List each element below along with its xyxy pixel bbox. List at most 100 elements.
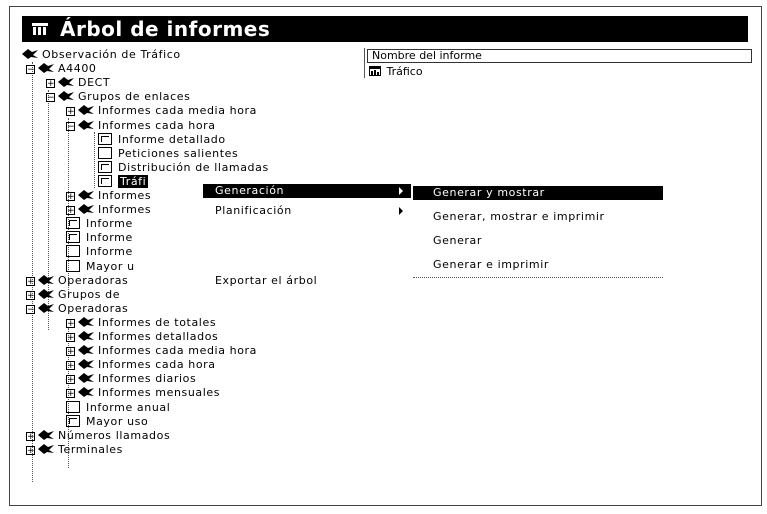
tree-node[interactable]: Mayor u (66, 260, 135, 274)
tree-node[interactable]: − Operadoras (26, 302, 128, 316)
folder-icon (38, 430, 54, 440)
document-icon (66, 401, 80, 413)
context-menu: Generación Planificación Exportar el árb… (203, 184, 411, 302)
tree-node-label: Informe (86, 245, 133, 258)
expand-icon[interactable]: + (26, 432, 35, 442)
menu-item-exportar-arbol[interactable]: Exportar el árbol (203, 274, 411, 288)
tree-node-label: DECT (78, 76, 111, 89)
expand-icon[interactable]: + (66, 107, 75, 117)
folder-icon (78, 373, 94, 383)
tree-node-label: Informes mensuales (98, 386, 221, 399)
tree-node[interactable]: + Grupos de (26, 288, 120, 302)
tree-node[interactable]: + Terminales (26, 443, 123, 457)
expand-icon[interactable]: + (26, 291, 35, 301)
tree-node-label: Informes (98, 203, 152, 216)
report-icon (98, 161, 112, 173)
tree-node-label: Mayor u (86, 260, 135, 273)
menu-item-label: Generar e imprimir (433, 258, 550, 271)
tree-node[interactable]: − Grupos de enlaces (46, 90, 191, 104)
folder-icon (38, 289, 54, 299)
tree-node[interactable]: + Informes diarios (66, 372, 196, 386)
collapse-icon[interactable]: − (26, 305, 35, 315)
collapse-icon[interactable]: − (26, 65, 35, 75)
tree-node[interactable]: Informe detallado (98, 133, 226, 147)
tree-node[interactable]: Informe (66, 217, 133, 231)
tree-node[interactable]: Observación de Tráfico (22, 48, 181, 62)
tree-node-label: Distribución de llamadas (118, 161, 269, 174)
tree-node[interactable]: + Informes mensuales (66, 386, 220, 400)
menu-item-generar[interactable]: Generar (413, 234, 663, 248)
tree-node[interactable]: + Operadoras (26, 274, 128, 288)
submenu-arrow-icon (399, 207, 403, 215)
tree-node[interactable]: Peticiones salientes (98, 147, 238, 161)
folder-icon (78, 190, 94, 200)
tree-node[interactable]: + DECT (46, 76, 110, 90)
menu-item-generacion[interactable]: Generación (203, 184, 411, 198)
folder-icon (78, 359, 94, 369)
tree-guide (32, 62, 33, 482)
menu-item-label: Generar y mostrar (433, 186, 545, 199)
tree-node[interactable]: Informe (66, 245, 133, 259)
report-icon (66, 231, 80, 243)
folder-icon (78, 120, 94, 130)
column-header-report-name[interactable]: Nombre del informe (367, 49, 752, 63)
chart-report-icon (369, 66, 381, 76)
tree-node[interactable]: Distribución de llamadas (98, 161, 269, 175)
tree-node-label: Mayor uso (86, 415, 149, 428)
submenu-arrow-icon (399, 187, 403, 195)
expand-icon[interactable]: + (66, 375, 75, 385)
menu-item-label: Generación (215, 184, 285, 197)
tree-node[interactable]: − A4400 (26, 62, 97, 76)
folder-icon (38, 303, 54, 313)
menu-item-planificacion[interactable]: Planificación (203, 204, 411, 218)
tree-node[interactable]: + Informes detallados (66, 330, 218, 344)
tree-node[interactable]: + Informes cada media hora (66, 344, 257, 358)
tree-node[interactable]: + Informes (66, 203, 151, 217)
expand-icon[interactable]: + (46, 79, 55, 89)
expand-icon[interactable]: + (66, 333, 75, 343)
tree-node[interactable]: + Informes cada media hora (66, 104, 257, 118)
expand-icon[interactable]: + (66, 192, 75, 202)
folder-icon (58, 91, 74, 101)
tree-node[interactable]: − Informes cada hora (66, 119, 216, 133)
tree-node-label: Grupos de (58, 288, 121, 301)
folder-icon (22, 49, 38, 59)
tree-node-label: Informes cada media hora (98, 344, 257, 357)
tree-node-label: Tráfi (118, 175, 149, 188)
window-title: Árbol de informes (60, 17, 271, 41)
menu-item-label: Planificación (215, 204, 292, 217)
tree-node[interactable]: Mayor uso (66, 415, 148, 429)
collapse-icon[interactable]: − (66, 122, 75, 132)
tree-node-label: Informes diarios (98, 372, 197, 385)
expand-icon[interactable]: + (26, 277, 35, 287)
tree-node[interactable]: + Informes de totales (66, 316, 216, 330)
tree-node-label: Informe (86, 231, 133, 244)
collapse-icon[interactable]: − (46, 93, 55, 103)
tree-node[interactable]: Informe (66, 231, 133, 245)
expand-icon[interactable]: + (66, 361, 75, 371)
tree-node[interactable]: + Informes cada hora (66, 358, 216, 372)
report-icon (66, 217, 80, 229)
expand-icon[interactable]: + (66, 389, 75, 399)
report-icon (98, 175, 112, 187)
expand-icon[interactable]: + (66, 347, 75, 357)
folder-icon (38, 63, 54, 73)
menu-item-generar-mostrar-imprimir[interactable]: Generar, mostrar e imprimir (413, 210, 663, 224)
list-item-label: Tráfico (386, 65, 423, 78)
menu-item-generar-e-imprimir[interactable]: Generar e imprimir (413, 258, 663, 272)
expand-icon[interactable]: + (66, 206, 75, 216)
tree-node[interactable]: + Informes (66, 189, 151, 203)
report-tree-icon (32, 23, 48, 35)
expand-icon[interactable]: + (26, 446, 35, 456)
tree-node[interactable]: + Números llamados (26, 429, 170, 443)
expand-icon[interactable]: + (66, 319, 75, 329)
menu-item-generar-y-mostrar[interactable]: Generar y mostrar (413, 186, 663, 200)
report-icon (66, 415, 80, 427)
folder-icon (78, 204, 94, 214)
pane-splitter[interactable] (364, 48, 365, 78)
tree-node[interactable]: Tráfi (98, 175, 149, 189)
tree-node-label: Informe anual (86, 401, 171, 414)
tree-node[interactable]: Informe anual (66, 401, 170, 415)
list-item[interactable]: Tráfico (369, 65, 423, 79)
tree-node-label: Números llamados (58, 429, 171, 442)
